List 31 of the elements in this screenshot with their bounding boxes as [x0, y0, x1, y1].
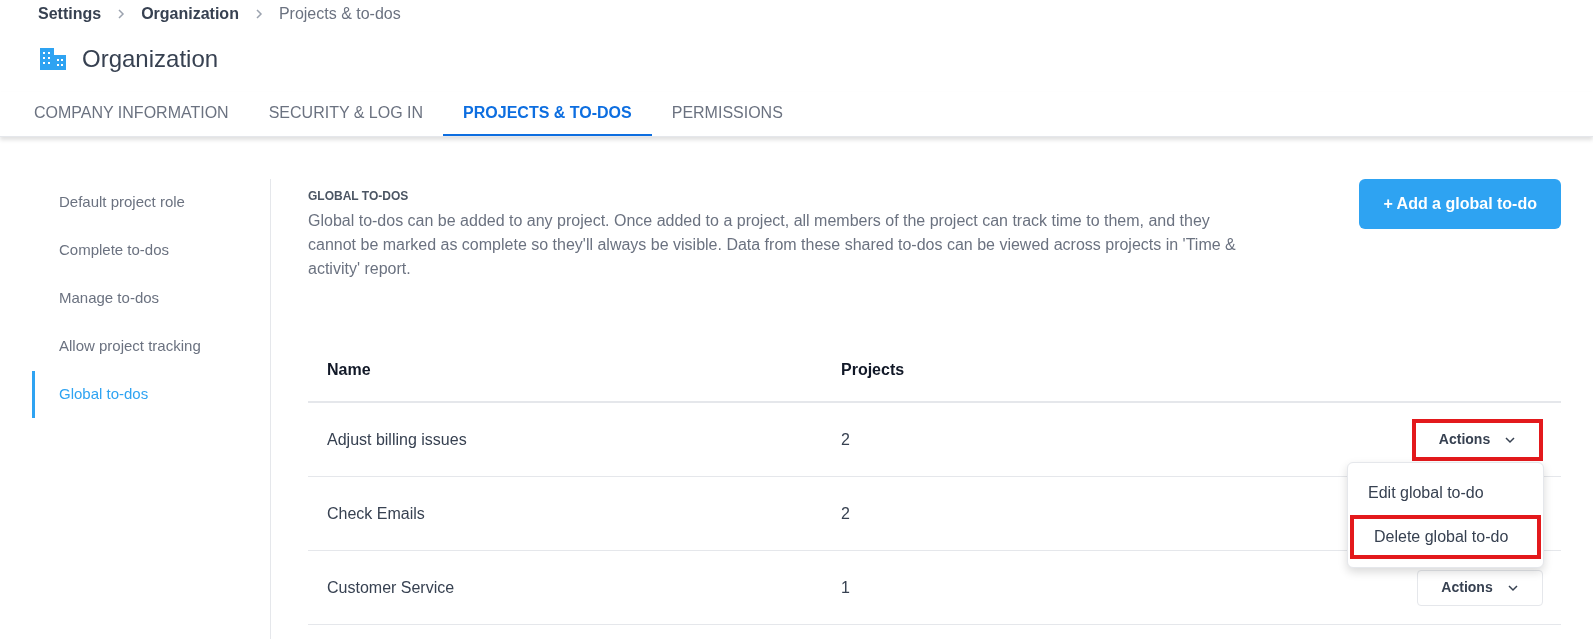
table-cell-text: Adjust billing issues: [327, 429, 468, 450]
table-cell-text: 1: [841, 577, 851, 598]
column-header: Projects: [841, 360, 905, 380]
sidebar-item[interactable]: Default project role: [32, 179, 270, 226]
chevron-right-icon: [254, 8, 263, 20]
table-cell-text: Check Emails: [327, 503, 426, 524]
chevron-right-icon: [117, 8, 126, 20]
sidebar-item[interactable]: Global to-dos: [32, 371, 270, 418]
sidebar-item[interactable]: Complete to-dos: [32, 227, 270, 274]
column-header: Name: [327, 360, 372, 380]
breadcrumb-link[interactable]: Organization: [141, 2, 239, 26]
actions-button[interactable]: Actions: [1412, 418, 1543, 461]
tab[interactable]: PROJECTS & TO-DOS: [443, 92, 652, 136]
building-icon: [40, 48, 66, 70]
menu-item[interactable]: Edit global to-do: [1348, 471, 1543, 515]
breadcrumb-link[interactable]: Settings: [38, 2, 102, 26]
actions-button[interactable]: Actions: [1417, 569, 1543, 606]
table-cell-text: 2: [841, 429, 851, 450]
tab[interactable]: COMPANY INFORMATION: [14, 92, 249, 136]
tab[interactable]: PERMISSIONS: [651, 92, 803, 136]
breadcrumb-link[interactable]: Projects & to-dos: [278, 2, 401, 26]
sidebar-item[interactable]: Allow project tracking: [32, 323, 270, 370]
page-title: Organization: [82, 44, 219, 74]
section-description: Global to-dos can be added to any project. Once added to a project, all members of the project can track time to them, and they cannot be marked as complete so they'll always be visible. Data from these shared to-dos can be viewed across projects in 'Time & activity' report.: [308, 211, 1237, 279]
add-global-todo-button[interactable]: + Add a global to-do: [1359, 179, 1561, 229]
tab[interactable]: SECURITY & LOG IN: [248, 92, 444, 136]
menu-item[interactable]: Delete global to-do: [1350, 515, 1541, 559]
table-cell-text: 2: [841, 503, 851, 524]
section-heading: GLOBAL TO-DOS: [308, 188, 410, 205]
sidebar-item[interactable]: Manage to-dos: [32, 275, 270, 322]
table-cell-text: Customer Service: [327, 577, 456, 598]
